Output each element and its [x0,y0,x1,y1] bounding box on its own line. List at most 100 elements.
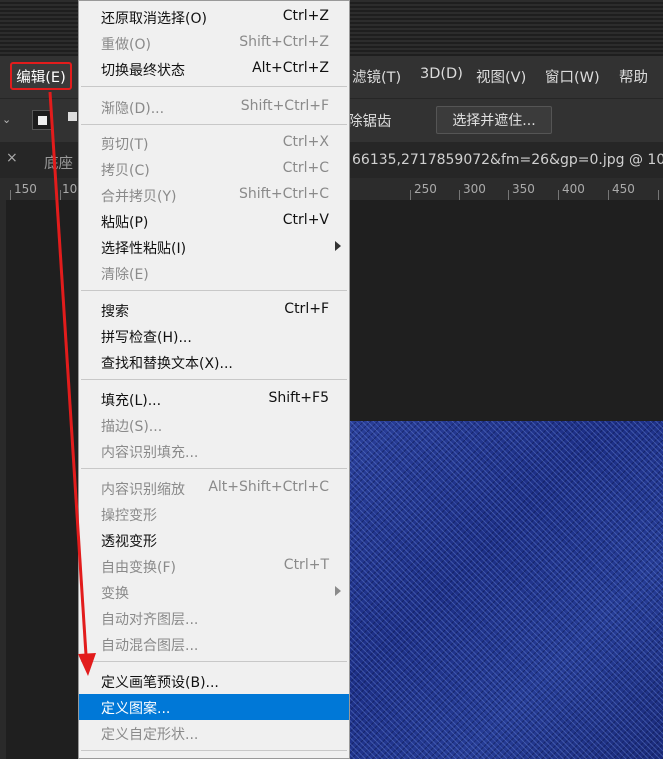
square-icon [38,116,47,125]
ruler-label: 300 [463,182,486,196]
menu-item-label: 定义图案... [101,701,171,717]
menu-edit[interactable]: 编辑(E) [10,62,72,90]
menu-item-shortcut: Ctrl+V [282,212,329,228]
menu-item-label: 搜索 [101,304,129,320]
menu-item-spell-check[interactable]: 拼写检查(H)... [79,323,349,349]
menu-item-perspective-warp[interactable]: 透视变形 [79,527,349,553]
menu-item-copy-merged[interactable]: 合并拷贝(Y) Shift+Ctrl+C [79,182,349,208]
ruler-tick [60,190,61,200]
ruler-label: 150 [14,182,37,196]
chevron-down-icon[interactable]: ⌄ [2,113,11,126]
menu-item-shortcut: Ctrl+C [282,160,329,176]
ruler-tick [410,190,411,200]
menu-item-auto-blend-layers[interactable]: 自动混合图层... [79,631,349,657]
menu-window[interactable]: 窗口(W) [545,66,600,87]
menu-item-shortcut: Ctrl+Z [282,8,329,24]
menu-item-label: 填充(L)... [101,393,162,409]
menu-item-puppet-warp[interactable]: 操控变形 [79,501,349,527]
ruler-tick [508,190,509,200]
menu-view[interactable]: 视图(V) [476,66,526,87]
menu-separator [81,290,347,291]
menu-item-undo[interactable]: 还原取消选择(O) Ctrl+Z [79,4,349,30]
menu-item-shortcut: Alt+Shift+Ctrl+C [208,479,329,495]
edit-dropdown-menu: 还原取消选择(O) Ctrl+Z 重做(O) Shift+Ctrl+Z 切换最终… [78,0,350,759]
ruler-tick [558,190,559,200]
menu-item-shortcut: Alt+Ctrl+Z [252,60,329,76]
denim-image[interactable] [348,421,663,759]
menu-item-label: 自由变换(F) [101,560,176,576]
menu-item-define-custom-shape[interactable]: 定义自定形状... [79,720,349,746]
tab-document[interactable]: 66135,2717859072&fm=26&gp=0.jpg @ 100% [352,152,663,168]
menu-item-stroke[interactable]: 描边(S)... [79,412,349,438]
menu-item-shortcut: Shift+Ctrl+C [239,186,329,202]
menu-item-label: 定义画笔预设(B)... [101,675,219,691]
ruler-label: 350 [512,182,535,196]
menu-item-search[interactable]: 搜索 Ctrl+F [79,297,349,323]
menu-item-shortcut: Ctrl+T [283,557,329,573]
select-and-mask-button[interactable]: 选择并遮住... [436,106,552,134]
menu-item-label: 查找和替换文本(X)... [101,356,233,372]
menu-item-content-aware-fill[interactable]: 内容识别填充... [79,438,349,464]
menu-item-label: 内容识别填充... [101,445,199,461]
menu-item-auto-align-layers[interactable]: 自动对齐图层... [79,605,349,631]
menu-separator [81,661,347,662]
menu-item-label: 清除(E) [101,267,149,283]
menu-item-fill[interactable]: 填充(L)... Shift+F5 [79,386,349,412]
menu-help[interactable]: 帮助 [619,66,648,87]
menu-item-label: 描边(S)... [101,419,163,435]
menu-item-shortcut: Ctrl+F [284,301,329,317]
menu-item-find-replace[interactable]: 查找和替换文本(X)... [79,349,349,375]
ruler-tick [608,190,609,200]
antialias-label[interactable]: 除锯齿 [348,110,392,131]
menu-separator [81,124,347,125]
menu-separator [81,379,347,380]
ruler-label: 450 [612,182,635,196]
menu-separator [81,750,347,751]
ruler-label: 400 [562,182,585,196]
menu-item-label: 操控变形 [101,508,157,524]
ruler-tick [10,190,11,200]
menu-item-label: 自动对齐图层... [101,612,199,628]
menu-item-transform[interactable]: 变换 [79,579,349,605]
menu-item-paste-special[interactable]: 选择性粘贴(I) [79,234,349,260]
menu-item-label: 还原取消选择(O) [101,11,207,27]
menu-item-define-brush-preset[interactable]: 定义画笔预设(B)... [79,668,349,694]
new-selection-button[interactable] [32,110,52,130]
menu-item-label: 透视变形 [101,534,157,550]
ruler-label: 250 [414,182,437,196]
menu-item-cut[interactable]: 剪切(T) Ctrl+X [79,130,349,156]
menu-item-label: 渐隐(D)... [101,101,165,117]
menu-item-free-transform[interactable]: 自由变换(F) Ctrl+T [79,553,349,579]
menu-item-redo[interactable]: 重做(O) Shift+Ctrl+Z [79,30,349,56]
menu-item-toggle-last-state[interactable]: 切换最终状态 Alt+Ctrl+Z [79,56,349,82]
menu-item-label: 拼写检查(H)... [101,330,192,346]
menu-item-clear[interactable]: 清除(E) [79,260,349,286]
menu-item-copy[interactable]: 拷贝(C) Ctrl+C [79,156,349,182]
menu-item-label: 定义自定形状... [101,727,199,743]
menu-item-label: 合并拷贝(Y) [101,189,177,205]
menu-item-shortcut: Ctrl+X [282,134,329,150]
tab-base[interactable]: 底座 [44,152,73,173]
menu-item-paste[interactable]: 粘贴(P) Ctrl+V [79,208,349,234]
menu-item-shortcut: Shift+Ctrl+F [240,98,329,114]
menu-item-content-aware-scale[interactable]: 内容识别缩放 Alt+Shift+Ctrl+C [79,475,349,501]
ruler-tick [658,190,659,200]
menu-item-label: 重做(O) [101,37,151,53]
menu-item-label: 选择性粘贴(I) [101,241,187,257]
menu-separator [81,86,347,87]
submenu-arrow-icon [335,241,341,251]
menu-item-shortcut: Shift+Ctrl+Z [239,34,329,50]
square-icon [68,112,77,121]
menu-item-label: 剪切(T) [101,137,149,153]
ruler-label: 10 [62,182,78,196]
menu-item-label: 变换 [101,586,129,602]
menu-item-label: 内容识别缩放 [101,482,185,498]
menu-filter[interactable]: 滤镜(T) [352,66,401,87]
menu-item-label: 拷贝(C) [101,163,150,179]
menu-separator [81,468,347,469]
close-icon[interactable]: × [6,150,18,166]
menu-item-define-pattern[interactable]: 定义图案... [79,694,349,720]
ruler-tick [459,190,460,200]
menu-3d[interactable]: 3D(D) [420,66,463,82]
menu-item-fade[interactable]: 渐隐(D)... Shift+Ctrl+F [79,94,349,120]
